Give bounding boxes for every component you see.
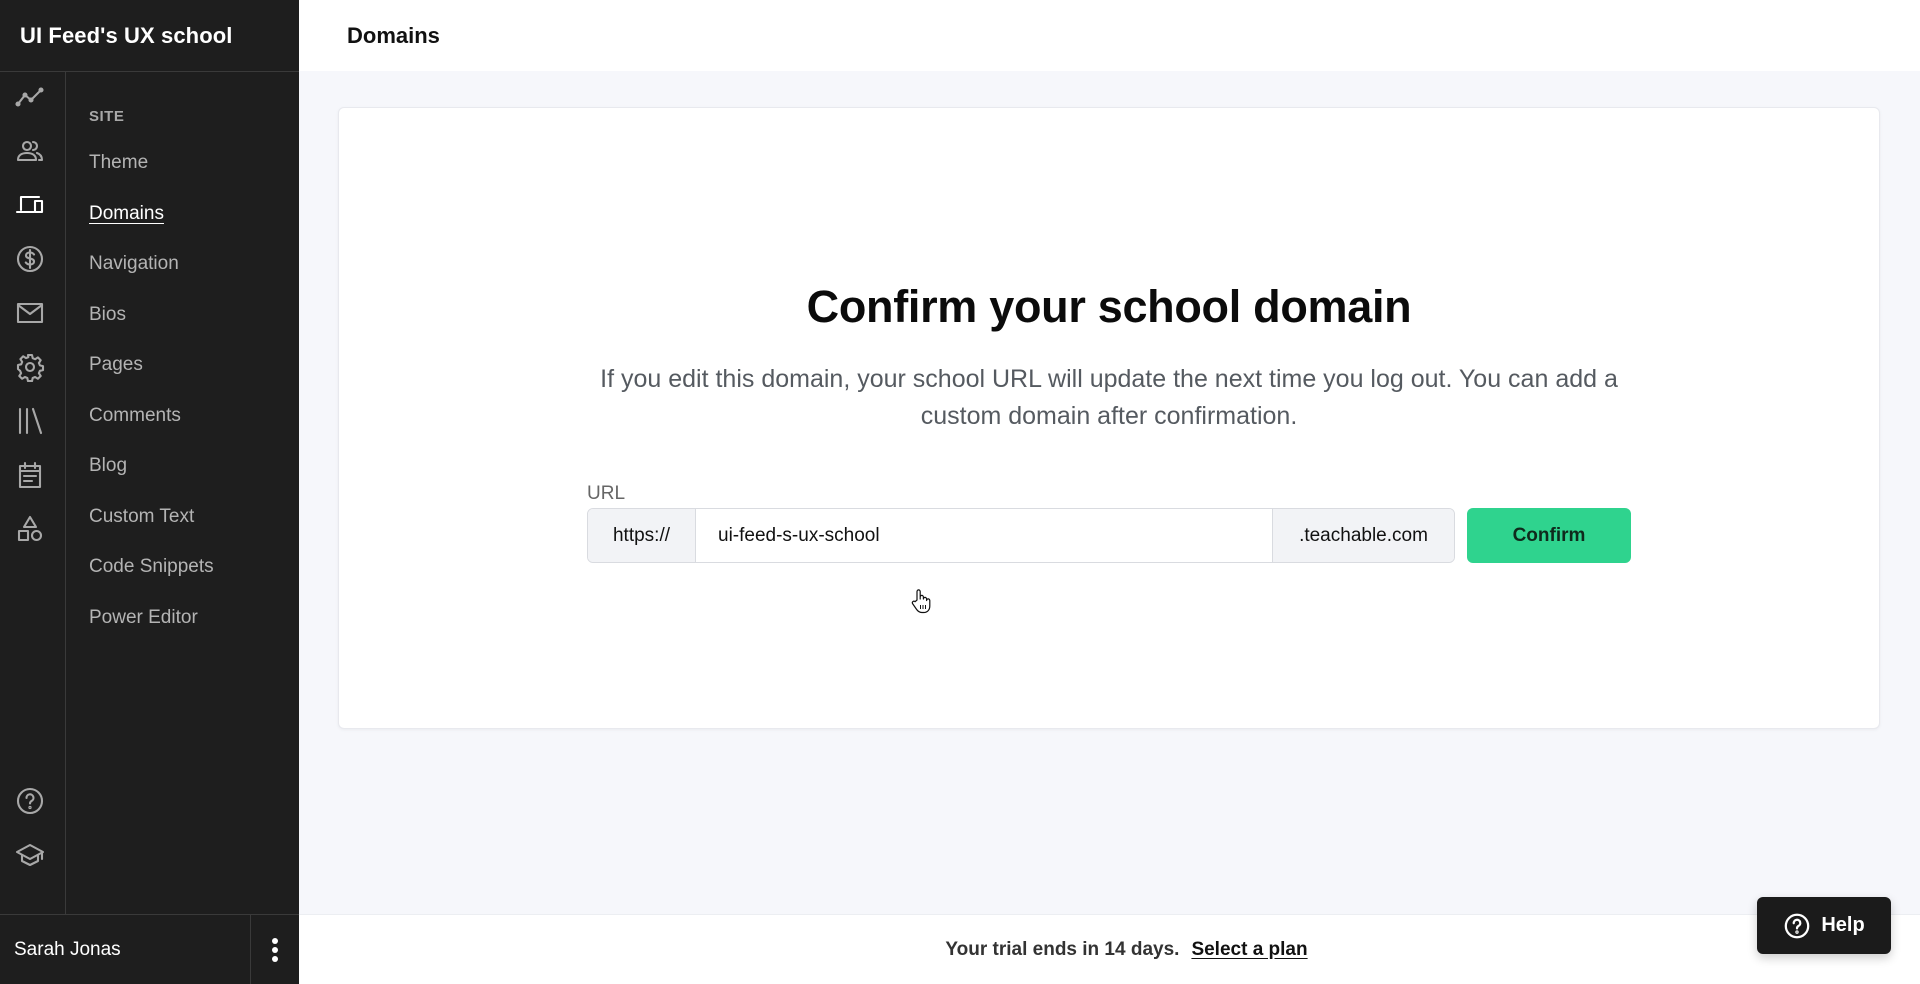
user-bar: Sarah Jonas — [0, 914, 299, 984]
help-label: Help — [1821, 914, 1865, 936]
subnav-section-title: SITE — [89, 108, 125, 125]
card-heading: Confirm your school domain — [806, 281, 1412, 332]
help-circle-icon — [1785, 913, 1810, 938]
subnav-item-pages[interactable]: Pages — [89, 354, 143, 376]
page-title: Domains — [347, 22, 440, 48]
url-prefix: https:// — [588, 509, 696, 562]
rail-courses[interactable] — [13, 404, 47, 438]
sidebar: UI Feed's UX school SITE Theme Domains N… — [0, 0, 299, 984]
rail-settings[interactable] — [13, 350, 47, 384]
rail-analytics[interactable] — [13, 80, 47, 114]
more-vertical-icon — [272, 938, 278, 944]
more-vertical-dot — [272, 956, 278, 962]
school-cap-icon — [15, 843, 45, 867]
analytics-icon — [15, 87, 44, 107]
apps-icon — [17, 515, 43, 542]
trial-footer: Your trial ends in 14 days. Select a pla… — [299, 914, 1920, 984]
subnav-item-theme[interactable]: Theme — [89, 152, 148, 174]
confirm-button[interactable]: Confirm — [1467, 508, 1631, 563]
school-name: UI Feed's UX school — [20, 22, 233, 48]
site-subnav: SITE Theme Domains Navigation Bios Pages… — [66, 72, 299, 914]
rail-help[interactable] — [13, 784, 47, 818]
help-button[interactable]: Help — [1757, 897, 1891, 954]
more-vertical-dot — [272, 947, 278, 953]
rail-emails[interactable] — [13, 296, 47, 330]
icon-rail — [0, 72, 66, 914]
user-name[interactable]: Sarah Jonas — [14, 915, 121, 984]
subdomain-input[interactable] — [696, 509, 1272, 562]
trial-text: Your trial ends in 14 days. — [945, 938, 1180, 960]
subnav-item-comments[interactable]: Comments — [89, 405, 181, 427]
sales-icon — [16, 245, 44, 273]
rail-calendar[interactable] — [13, 458, 47, 492]
courses-icon — [18, 407, 43, 435]
subnav-item-custom-text[interactable]: Custom Text — [89, 506, 194, 528]
school-brand[interactable]: UI Feed's UX school — [0, 0, 299, 72]
subnav-item-bios[interactable]: Bios — [89, 304, 126, 326]
subnav-item-domains[interactable]: Domains — [89, 203, 164, 225]
users-icon — [16, 140, 44, 162]
user-menu-button[interactable] — [250, 915, 299, 984]
rail-users[interactable] — [13, 134, 47, 168]
hand-cursor-icon — [911, 589, 931, 614]
site-icon — [15, 195, 44, 214]
rail-apps[interactable] — [13, 512, 47, 546]
card-description: If you edit this domain, your school URL… — [600, 365, 1618, 430]
emails-icon — [16, 302, 44, 324]
url-input-group: https:// .teachable.com — [587, 508, 1455, 563]
subnav-item-code-snippets[interactable]: Code Snippets — [89, 556, 214, 578]
rail-sales[interactable] — [13, 242, 47, 276]
confirm-domain-card: Confirm your school domain If you edit t… — [338, 107, 1880, 729]
select-plan-link[interactable]: Select a plan — [1191, 939, 1307, 961]
rail-teachable-u[interactable] — [13, 838, 47, 872]
rail-site[interactable] — [13, 188, 47, 222]
page-header: Domains — [299, 0, 1920, 71]
subnav-item-blog[interactable]: Blog — [89, 455, 127, 477]
subnav-item-navigation[interactable]: Navigation — [89, 253, 179, 275]
url-label: URL — [587, 483, 626, 504]
url-suffix: .teachable.com — [1272, 509, 1454, 562]
settings-icon — [16, 353, 45, 382]
calendar-icon — [18, 461, 42, 489]
help-circle-icon — [16, 787, 44, 815]
subnav-item-power-editor[interactable]: Power Editor — [89, 607, 198, 629]
